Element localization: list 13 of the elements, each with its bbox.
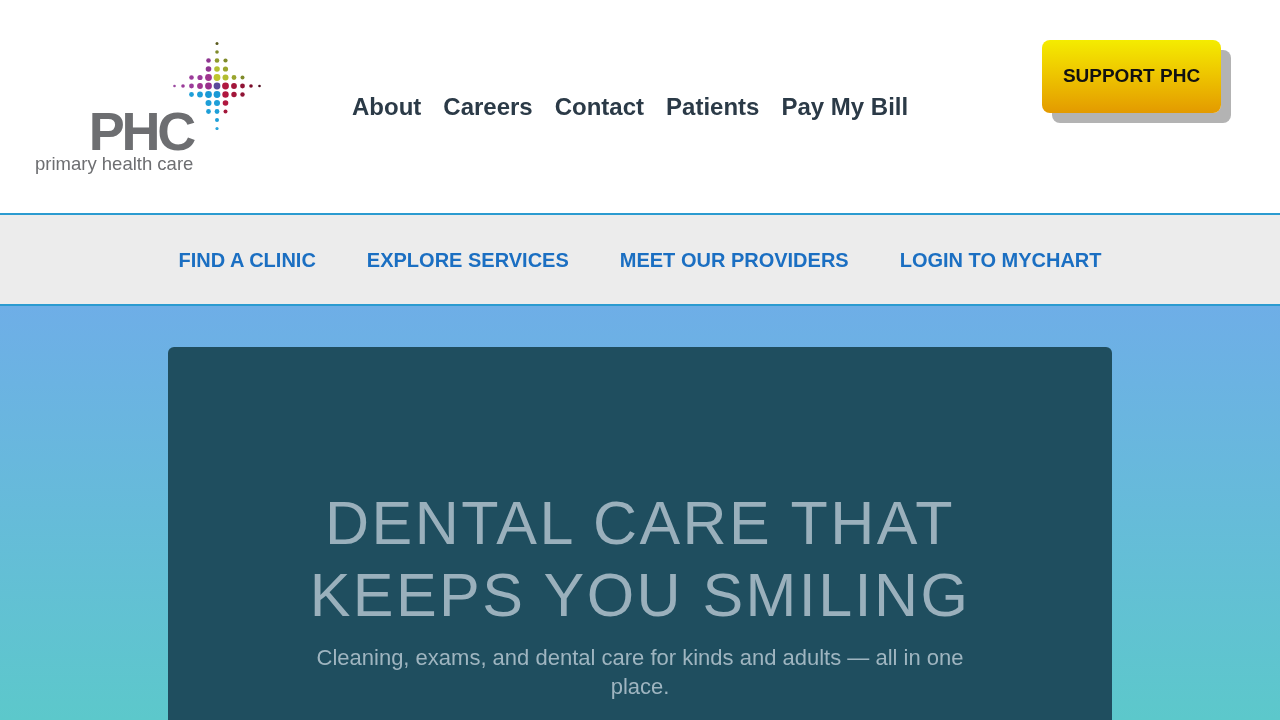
quick-link[interactable]: EXPLORE SERVICES: [366, 244, 569, 275]
nav-link[interactable]: Pay My Bill: [781, 91, 909, 123]
nav-link[interactable]: Careers: [443, 91, 533, 123]
logo-tagline: primary health care: [35, 153, 194, 174]
hero-subheading: Cleaning, exams, and dental care for kinds and adults — all in one place.: [315, 644, 965, 701]
quick-link[interactable]: FIND A CLINIC: [178, 244, 316, 275]
nav-link[interactable]: Contact: [554, 91, 645, 123]
nav-link[interactable]: About: [352, 91, 422, 123]
nav-link[interactable]: Patients: [666, 91, 760, 123]
quick-link[interactable]: LOGIN TO MYCHART: [899, 244, 1102, 275]
hero-heading: DENTAL CARE THAT KEEPS YOU SMILING: [308, 488, 972, 631]
quick-link[interactable]: MEET OUR PROVIDERS: [619, 244, 849, 275]
logo-wordmark: PHC: [88, 108, 193, 154]
